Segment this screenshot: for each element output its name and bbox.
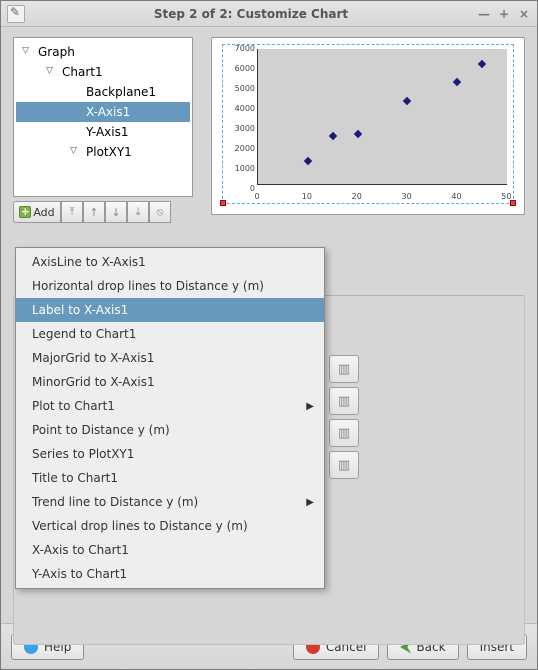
menu-item-label: Horizontal drop lines to Distance y (m)	[32, 279, 264, 293]
menu-item-label: Legend to Chart1	[32, 327, 136, 341]
menu-item-label: MinorGrid to X-Axis1	[32, 375, 155, 389]
menu-item[interactable]: Horizontal drop lines to Distance y (m)	[16, 274, 324, 298]
dialog-window: Step 2 of 2: Customize Chart — + × ▽ Grap…	[0, 0, 538, 670]
data-point	[304, 157, 312, 165]
chart-selection-frame: 01000200030004000500060007000 0102030405…	[222, 44, 514, 204]
add-button[interactable]: + Add	[13, 201, 61, 223]
data-point	[328, 132, 336, 140]
x-tick-label: 10	[297, 192, 317, 201]
x-tick-label: 0	[247, 192, 267, 201]
tree-item-label: Backplane1	[86, 85, 156, 99]
menu-item-label: X-Axis to Chart1	[32, 543, 129, 557]
tree-toolbar: + Add ⤒ ↑ ↓ ⤓ ⦸	[13, 201, 193, 223]
tree-item[interactable]: ▽ PlotXY1	[16, 142, 190, 162]
tree-item-label: Graph	[38, 45, 75, 59]
y-tick-label: 3000	[229, 124, 255, 133]
chart-preview: 01000200030004000500060007000 0102030405…	[211, 37, 525, 215]
y-tick-label: 4000	[229, 104, 255, 113]
menu-item-label: MajorGrid to X-Axis1	[32, 351, 154, 365]
menu-item-label: Label to X-Axis1	[32, 303, 128, 317]
tree-item-label: X-Axis1	[86, 105, 130, 119]
chart-element-tree[interactable]: ▽ Graph ▽ Chart1 Backplane1 X-Axis1 Y-Axis1 ▽ Pl…	[13, 37, 193, 197]
plot-area	[257, 49, 507, 185]
move-bottom-button[interactable]: ⤓	[127, 201, 149, 223]
y-tick-label: 6000	[229, 64, 255, 73]
plus-icon: +	[19, 206, 31, 218]
menu-item-label: Title to Chart1	[32, 471, 118, 485]
data-point	[403, 97, 411, 105]
menu-item[interactable]: Title to Chart1	[16, 466, 324, 490]
disclosure-triangle-icon	[70, 86, 82, 98]
submenu-arrow-icon: ▶	[306, 401, 314, 412]
tree-item[interactable]: X-Axis1	[16, 102, 190, 122]
menu-item-label: Vertical drop lines to Distance y (m)	[32, 519, 248, 533]
tree-item[interactable]: ▽ Graph	[16, 42, 190, 62]
menu-item-label: Trend line to Distance y (m)	[32, 495, 198, 509]
property-button[interactable]: ▥	[329, 387, 359, 415]
minimize-icon[interactable]: —	[477, 7, 491, 21]
add-context-menu[interactable]: AxisLine to X-Axis1 Horizontal drop lines…	[15, 247, 325, 589]
menu-item[interactable]: Point to Distance y (m)	[16, 418, 324, 442]
property-button[interactable]: ▥	[329, 451, 359, 479]
menu-item[interactable]: Vertical drop lines to Distance y (m)	[16, 514, 324, 538]
move-top-button[interactable]: ⤒	[61, 201, 83, 223]
data-point	[453, 78, 461, 86]
resize-handle-icon[interactable]	[220, 200, 226, 206]
property-button[interactable]: ▥	[329, 419, 359, 447]
menu-item[interactable]: X-Axis to Chart1	[16, 538, 324, 562]
menu-item-label: Plot to Chart1	[32, 399, 115, 413]
x-tick-label: 20	[347, 192, 367, 201]
y-tick-label: 5000	[229, 84, 255, 93]
menu-item[interactable]: MinorGrid to X-Axis1	[16, 370, 324, 394]
data-point	[478, 60, 486, 68]
menu-item[interactable]: Legend to Chart1	[16, 322, 324, 346]
title-bar: Step 2 of 2: Customize Chart — + ×	[1, 1, 537, 27]
x-tick-label: 40	[447, 192, 467, 201]
close-icon[interactable]: ×	[517, 7, 531, 21]
y-tick-label: 2000	[229, 144, 255, 153]
tree-item[interactable]: Backplane1	[16, 82, 190, 102]
app-icon	[7, 5, 25, 23]
menu-item[interactable]: MajorGrid to X-Axis1	[16, 346, 324, 370]
menu-item[interactable]: Label to X-Axis1	[16, 298, 324, 322]
menu-item-label: Y-Axis to Chart1	[32, 567, 127, 581]
menu-item[interactable]: Y-Axis to Chart1	[16, 562, 324, 586]
submenu-arrow-icon: ▶	[306, 497, 314, 508]
menu-item[interactable]: Series to PlotXY1	[16, 442, 324, 466]
tree-item[interactable]: ▽ Chart1	[16, 62, 190, 82]
content-area: ▽ Graph ▽ Chart1 Backplane1 X-Axis1 Y-Axis1 ▽ Pl…	[1, 27, 537, 623]
tree-item-label: Y-Axis1	[86, 125, 129, 139]
disclosure-triangle-icon	[70, 126, 82, 138]
delete-button[interactable]: ⦸	[149, 201, 171, 223]
property-button[interactable]: ▥	[329, 355, 359, 383]
disclosure-triangle-icon[interactable]: ▽	[70, 146, 82, 158]
move-up-button[interactable]: ↑	[83, 201, 105, 223]
tree-item-label: PlotXY1	[86, 145, 132, 159]
tree-item-label: Chart1	[62, 65, 103, 79]
y-tick-label: 7000	[229, 44, 255, 53]
tree-item[interactable]: Y-Axis1	[16, 122, 190, 142]
menu-item[interactable]: Plot to Chart1 ▶	[16, 394, 324, 418]
disclosure-triangle-icon	[70, 106, 82, 118]
disclosure-triangle-icon[interactable]: ▽	[22, 46, 34, 58]
menu-item-label: Series to PlotXY1	[32, 447, 134, 461]
resize-handle-icon[interactable]	[510, 200, 516, 206]
add-button-label: Add	[33, 206, 54, 219]
menu-item-label: AxisLine to X-Axis1	[32, 255, 146, 269]
data-point	[353, 130, 361, 138]
menu-item[interactable]: Trend line to Distance y (m) ▶	[16, 490, 324, 514]
y-tick-label: 1000	[229, 164, 255, 173]
x-tick-label: 30	[397, 192, 417, 201]
menu-item-label: Point to Distance y (m)	[32, 423, 170, 437]
menu-item[interactable]: AxisLine to X-Axis1	[16, 250, 324, 274]
maximize-icon[interactable]: +	[497, 7, 511, 21]
move-down-button[interactable]: ↓	[105, 201, 127, 223]
disclosure-triangle-icon[interactable]: ▽	[46, 66, 58, 78]
window-title: Step 2 of 2: Customize Chart	[31, 7, 471, 21]
